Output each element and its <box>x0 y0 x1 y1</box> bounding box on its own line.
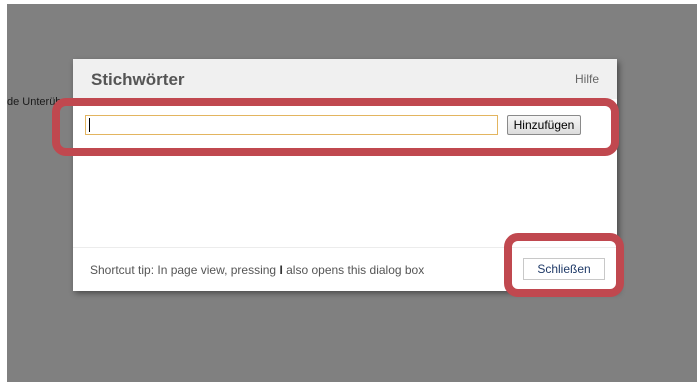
input-highlight-annotation <box>52 98 619 156</box>
close-highlight-annotation <box>504 233 624 297</box>
shortcut-tip-prefix: Shortcut tip: In page view, pressing <box>90 263 280 277</box>
shortcut-tip: Shortcut tip: In page view, pressing I a… <box>90 263 424 277</box>
shortcut-tip-suffix: also opens this dialog box <box>282 263 425 277</box>
dialog-header: Stichwörter Hilfe <box>73 59 617 99</box>
dialog-title: Stichwörter <box>91 70 185 89</box>
help-link[interactable]: Hilfe <box>575 72 599 86</box>
